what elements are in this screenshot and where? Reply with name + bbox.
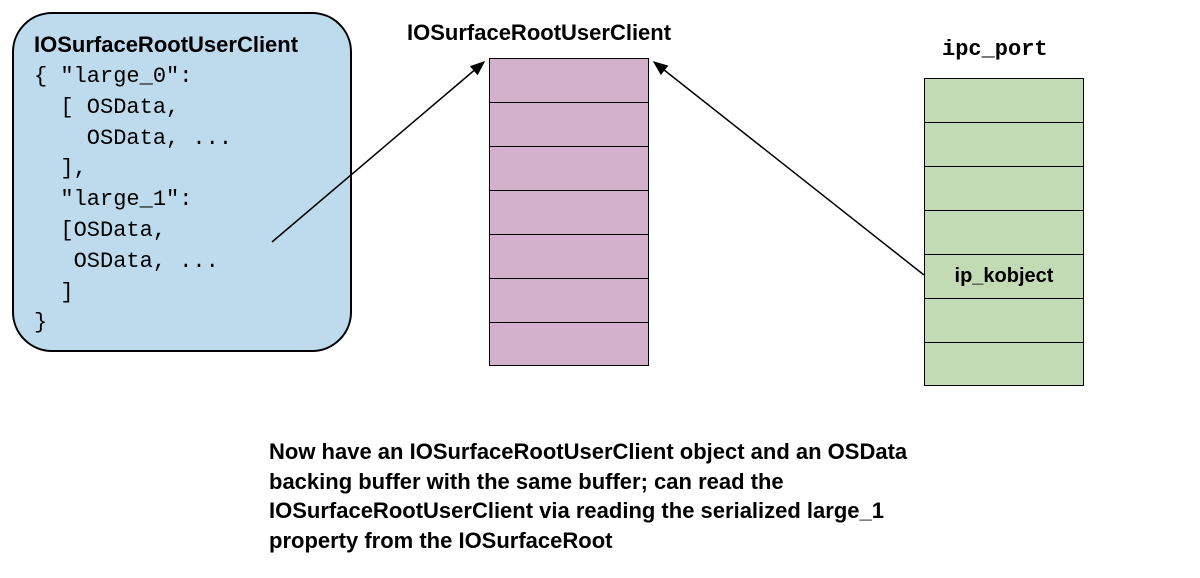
middle-title: IOSurfaceRootUserClient — [407, 20, 671, 46]
left-code-box: IOSurfaceRootUserClient { "large_0": [ O… — [12, 12, 352, 352]
table-row — [924, 78, 1084, 122]
table-row — [489, 278, 649, 322]
table-row — [924, 210, 1084, 254]
table-row — [489, 322, 649, 366]
ip-kobject-label: ip_kobject — [955, 265, 1054, 288]
table-row — [924, 298, 1084, 342]
arrow-right-to-middle — [654, 62, 924, 275]
table-row — [489, 146, 649, 190]
table-row — [924, 122, 1084, 166]
table-row — [924, 342, 1084, 386]
table-row — [489, 58, 649, 102]
ip-kobject-row: ip_kobject — [924, 254, 1084, 298]
table-row — [489, 234, 649, 278]
right-title: ipc_port — [942, 37, 1048, 62]
table-row — [489, 190, 649, 234]
caption-text: Now have an IOSurfaceRootUserClient obje… — [269, 437, 929, 556]
right-table: ip_kobject — [924, 78, 1084, 386]
middle-table — [489, 58, 649, 366]
table-row — [924, 166, 1084, 210]
left-title: IOSurfaceRootUserClient — [34, 32, 330, 58]
left-code: { "large_0": [ OSData, OSData, ... ], "l… — [34, 62, 330, 339]
table-row — [489, 102, 649, 146]
